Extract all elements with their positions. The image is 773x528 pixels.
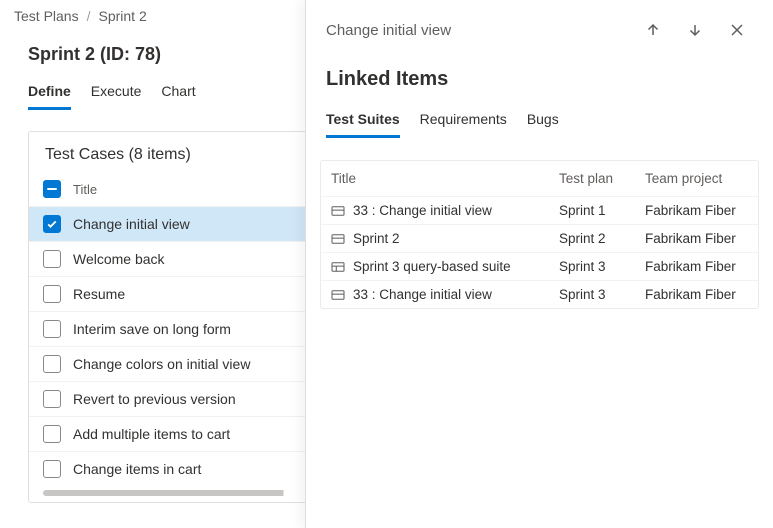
next-item-button[interactable]: [679, 14, 711, 46]
suite-icon: [331, 261, 345, 273]
tab-define[interactable]: Define: [28, 79, 71, 110]
panel-title: Change initial view: [326, 22, 627, 39]
linked-item-team: Fabrikam Fiber: [645, 203, 748, 218]
column-title: Title: [73, 182, 97, 197]
linked-item-plan: Sprint 3: [559, 287, 645, 302]
close-panel-button[interactable]: [721, 14, 753, 46]
linked-item-title: 33 : Change initial view: [353, 203, 492, 218]
linked-item-plan: Sprint 2: [559, 231, 645, 246]
close-icon: [729, 22, 745, 38]
breadcrumb-root[interactable]: Test Plans: [14, 8, 79, 24]
breadcrumb-current[interactable]: Sprint 2: [98, 8, 146, 24]
linked-item-row[interactable]: 33 : Change initial view Sprint 1Fabrikam…: [321, 196, 758, 224]
tab-chart[interactable]: Chart: [161, 79, 195, 110]
test-case-title: Change initial view: [73, 216, 190, 232]
test-case-title: Welcome back: [73, 251, 165, 267]
suite-icon: [331, 233, 345, 245]
arrow-down-icon: [687, 22, 703, 38]
suite-icon: [331, 205, 345, 217]
test-case-checkbox[interactable]: [43, 320, 61, 338]
breadcrumb-separator: /: [87, 8, 91, 24]
test-case-title: Change colors on initial view: [73, 356, 250, 372]
panel-section-title: Linked Items: [306, 50, 773, 97]
col-plan: Test plan: [559, 171, 645, 186]
test-case-title: Interim save on long form: [73, 321, 231, 337]
test-case-title: Resume: [73, 286, 125, 302]
test-case-checkbox[interactable]: [43, 355, 61, 373]
linked-item-plan: Sprint 1: [559, 203, 645, 218]
test-case-checkbox[interactable]: [43, 250, 61, 268]
arrow-up-icon: [645, 22, 661, 38]
test-case-checkbox[interactable]: [43, 215, 61, 233]
test-case-title: Change items in cart: [73, 461, 201, 477]
linked-item-title: 33 : Change initial view: [353, 287, 492, 302]
panel-tabs: Test Suites Requirements Bugs: [306, 97, 773, 138]
tab-execute[interactable]: Execute: [91, 79, 142, 110]
prev-item-button[interactable]: [637, 14, 669, 46]
panel-tab-test-suites[interactable]: Test Suites: [326, 107, 400, 138]
test-case-checkbox[interactable]: [43, 285, 61, 303]
col-title: Title: [331, 171, 559, 186]
linked-item-title: Sprint 3 query-based suite: [353, 259, 511, 274]
linked-item-plan: Sprint 3: [559, 259, 645, 274]
test-case-checkbox[interactable]: [43, 390, 61, 408]
linked-items-header-row: Title Test plan Team project: [321, 161, 758, 196]
col-team: Team project: [645, 171, 748, 186]
panel-tab-requirements[interactable]: Requirements: [420, 107, 507, 138]
test-case-checkbox[interactable]: [43, 425, 61, 443]
linked-item-team: Fabrikam Fiber: [645, 231, 748, 246]
linked-item-row[interactable]: 33 : Change initial view Sprint 3Fabrikam…: [321, 280, 758, 308]
linked-item-team: Fabrikam Fiber: [645, 287, 748, 302]
linked-item-title: Sprint 2: [353, 231, 400, 246]
test-case-title: Revert to previous version: [73, 391, 236, 407]
linked-item-team: Fabrikam Fiber: [645, 259, 748, 274]
suite-icon: [331, 289, 345, 301]
panel-tab-bugs[interactable]: Bugs: [527, 107, 559, 138]
side-panel: Change initial view Linked Items Test Su…: [305, 0, 773, 528]
linked-items-table: Title Test plan Team project 33 : Change…: [320, 160, 759, 309]
linked-item-row[interactable]: Sprint 3 query-based suite Sprint 3Fabrik…: [321, 252, 758, 280]
test-case-checkbox[interactable]: [43, 460, 61, 478]
test-case-title: Add multiple items to cart: [73, 426, 230, 442]
select-all-checkbox[interactable]: [43, 180, 61, 198]
linked-item-row[interactable]: Sprint 2Sprint 2Fabrikam Fiber: [321, 224, 758, 252]
